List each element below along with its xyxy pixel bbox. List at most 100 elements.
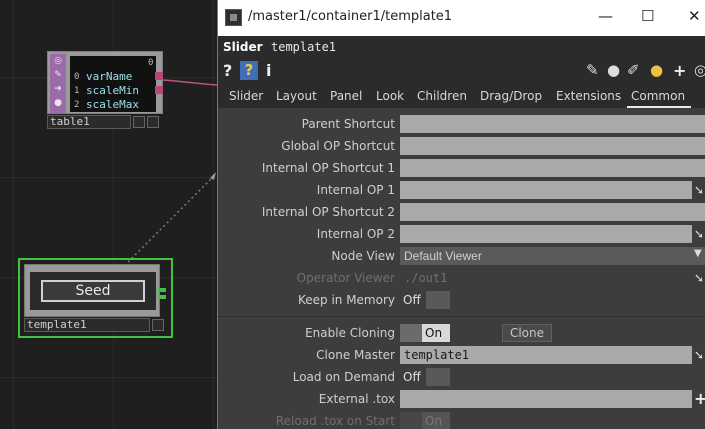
external-tox-field[interactable]	[400, 390, 692, 408]
panel-output-connector[interactable]	[158, 288, 166, 292]
operator-header: Slider template1	[218, 36, 705, 58]
python-icon[interactable]: ●	[650, 61, 663, 79]
tab-layout[interactable]: Layout	[276, 89, 317, 103]
reference-wire	[127, 175, 215, 263]
table-row: 2 scaleMax	[70, 98, 156, 112]
parameter-edit-icon[interactable]: ✐	[627, 61, 640, 79]
info-icon[interactable]: i	[266, 61, 271, 80]
param-internal-op-2: Internal OP 2 ➘	[218, 223, 705, 245]
reference-arrow-icon[interactable]: ➘	[694, 348, 705, 362]
parent-shortcut-field[interactable]	[400, 115, 705, 133]
node-view-dropdown[interactable]: Default Viewer	[400, 247, 705, 265]
window-title: /master1/container1/template1	[248, 9, 453, 24]
template-node-name[interactable]: template1	[24, 318, 150, 332]
arrow-icon[interactable]: ➜	[53, 84, 63, 94]
table-cell: scaleMax	[86, 98, 139, 111]
toggle-knob	[400, 412, 422, 429]
row-index: 2	[74, 100, 80, 110]
tab-look[interactable]: Look	[376, 89, 404, 103]
title-bar[interactable]: /master1/container1/template1 — ☐ ✕	[218, 0, 705, 36]
parameter-tabs: Slider Layout Panel Look Children Drag/D…	[218, 84, 705, 108]
add-flag[interactable]	[147, 116, 159, 128]
load-on-demand-toggle[interactable]: Off	[400, 368, 450, 386]
tab-drag-drop[interactable]: Drag/Drop	[480, 89, 542, 103]
toggle-knob	[426, 368, 450, 386]
reference-arrow-icon[interactable]: ➘	[694, 183, 705, 197]
reference-arrow-icon[interactable]: ➘	[694, 227, 705, 241]
enable-cloning-toggle[interactable]: On	[400, 324, 450, 342]
toggle-knob	[400, 324, 422, 342]
help-extended-icon[interactable]: ?	[240, 61, 258, 80]
param-external-tox: External .tox +	[218, 388, 705, 410]
clone-button[interactable]: Clone	[502, 324, 552, 342]
browse-plus-icon[interactable]: +	[694, 389, 705, 408]
table-node-name[interactable]: table1	[47, 115, 131, 129]
viewer-icon[interactable]: ◎	[53, 56, 63, 66]
clone-master-field[interactable]: template1	[400, 346, 692, 364]
param-parent-shortcut: Parent Shortcut	[218, 113, 705, 135]
table-node[interactable]: ◎ ✎ ➜ ● 0 0 varName 1 scaleMin 2 scaleMa…	[47, 51, 163, 130]
seed-button[interactable]: Seed	[41, 280, 145, 302]
internal-op-2-field[interactable]	[400, 225, 692, 243]
network-editor[interactable]: ◎ ✎ ➜ ● 0 0 varName 1 scaleMin 2 scaleMa…	[0, 0, 218, 429]
template-node[interactable]: Seed template1	[18, 258, 173, 338]
internal-op-1-field[interactable]	[400, 181, 692, 199]
toggle-state: Off	[400, 291, 426, 309]
column-header: 0	[148, 58, 154, 68]
output-connectors[interactable]	[155, 72, 163, 100]
row-index: 0	[74, 72, 80, 82]
tab-panel[interactable]: Panel	[330, 89, 362, 103]
global-op-shortcut-field[interactable]	[400, 137, 705, 155]
operator-viewer-field: ./out1	[404, 271, 448, 285]
table-node-body[interactable]: ◎ ✎ ➜ ● 0 0 varName 1 scaleMin 2 scaleMa…	[47, 51, 163, 114]
chevron-down-icon[interactable]: ▼	[694, 248, 705, 262]
add-icon[interactable]: +	[673, 61, 686, 80]
param-reload-tox-on-start: Reload .tox on Start On	[218, 410, 705, 429]
maximize-icon[interactable]: ☐	[641, 7, 654, 25]
internal-op-shortcut-2-field[interactable]	[400, 203, 705, 221]
table-output-wire	[162, 79, 218, 86]
comment-icon[interactable]: ●	[607, 61, 620, 79]
row-index: 1	[74, 86, 80, 96]
parameter-toolbar: ? ? i ✎ ● ✐ ● + ◎	[218, 58, 705, 84]
help-icon[interactable]: ?	[223, 61, 232, 80]
table-cell: scaleMin	[86, 84, 139, 97]
tab-extensions[interactable]: Extensions	[556, 89, 621, 103]
param-label: Parent Shortcut	[301, 117, 395, 131]
internal-op-shortcut-1-field[interactable]	[400, 159, 705, 177]
target-icon[interactable]: ◎	[694, 61, 705, 79]
param-label: Internal OP 2	[316, 227, 395, 241]
toggle-state: On	[422, 412, 450, 429]
edit-icon[interactable]: ✎	[53, 70, 63, 80]
tab-children[interactable]: Children	[417, 89, 467, 103]
table-row: 0 varName	[70, 70, 156, 84]
pencil-icon[interactable]: ✎	[586, 61, 599, 79]
toggle-knob	[426, 291, 450, 309]
param-label: Global OP Shortcut	[281, 139, 395, 153]
reference-wire-arrow	[210, 172, 216, 180]
close-icon[interactable]: ✕	[688, 7, 701, 25]
param-internal-op-shortcut-2: Internal OP Shortcut 2	[218, 201, 705, 223]
param-label: Enable Cloning	[305, 326, 395, 340]
param-label: Keep in Memory	[297, 293, 395, 307]
minimize-icon[interactable]: —	[598, 7, 613, 25]
operator-name[interactable]: template1	[271, 40, 336, 54]
add-flag[interactable]	[152, 319, 164, 331]
param-label: Operator Viewer	[296, 271, 395, 285]
bypass-icon[interactable]: ●	[53, 98, 63, 108]
table-cells: 0 0 varName 1 scaleMin 2 scaleMax	[70, 56, 156, 112]
param-internal-op-1: Internal OP 1 ➘	[218, 179, 705, 201]
toggle-state: Off	[400, 368, 426, 386]
reference-arrow-icon[interactable]: ➘	[694, 271, 705, 285]
param-load-on-demand: Load on Demand Off	[218, 366, 705, 388]
parameter-window: /master1/container1/template1 — ☐ ✕ Slid…	[217, 0, 705, 429]
display-flag[interactable]	[133, 116, 145, 128]
param-node-view: Node View Default Viewer ▼	[218, 245, 705, 267]
keep-in-memory-toggle[interactable]: Off	[400, 291, 450, 309]
tab-slider[interactable]: Slider	[229, 89, 263, 103]
parameter-list: Parent Shortcut Global OP Shortcut Inter…	[218, 108, 705, 429]
param-operator-viewer: Operator Viewer ./out1 ➘	[218, 267, 705, 289]
param-label: External .tox	[318, 392, 395, 406]
panel-output-connector[interactable]	[158, 295, 166, 299]
tab-common[interactable]: Common	[626, 89, 692, 108]
